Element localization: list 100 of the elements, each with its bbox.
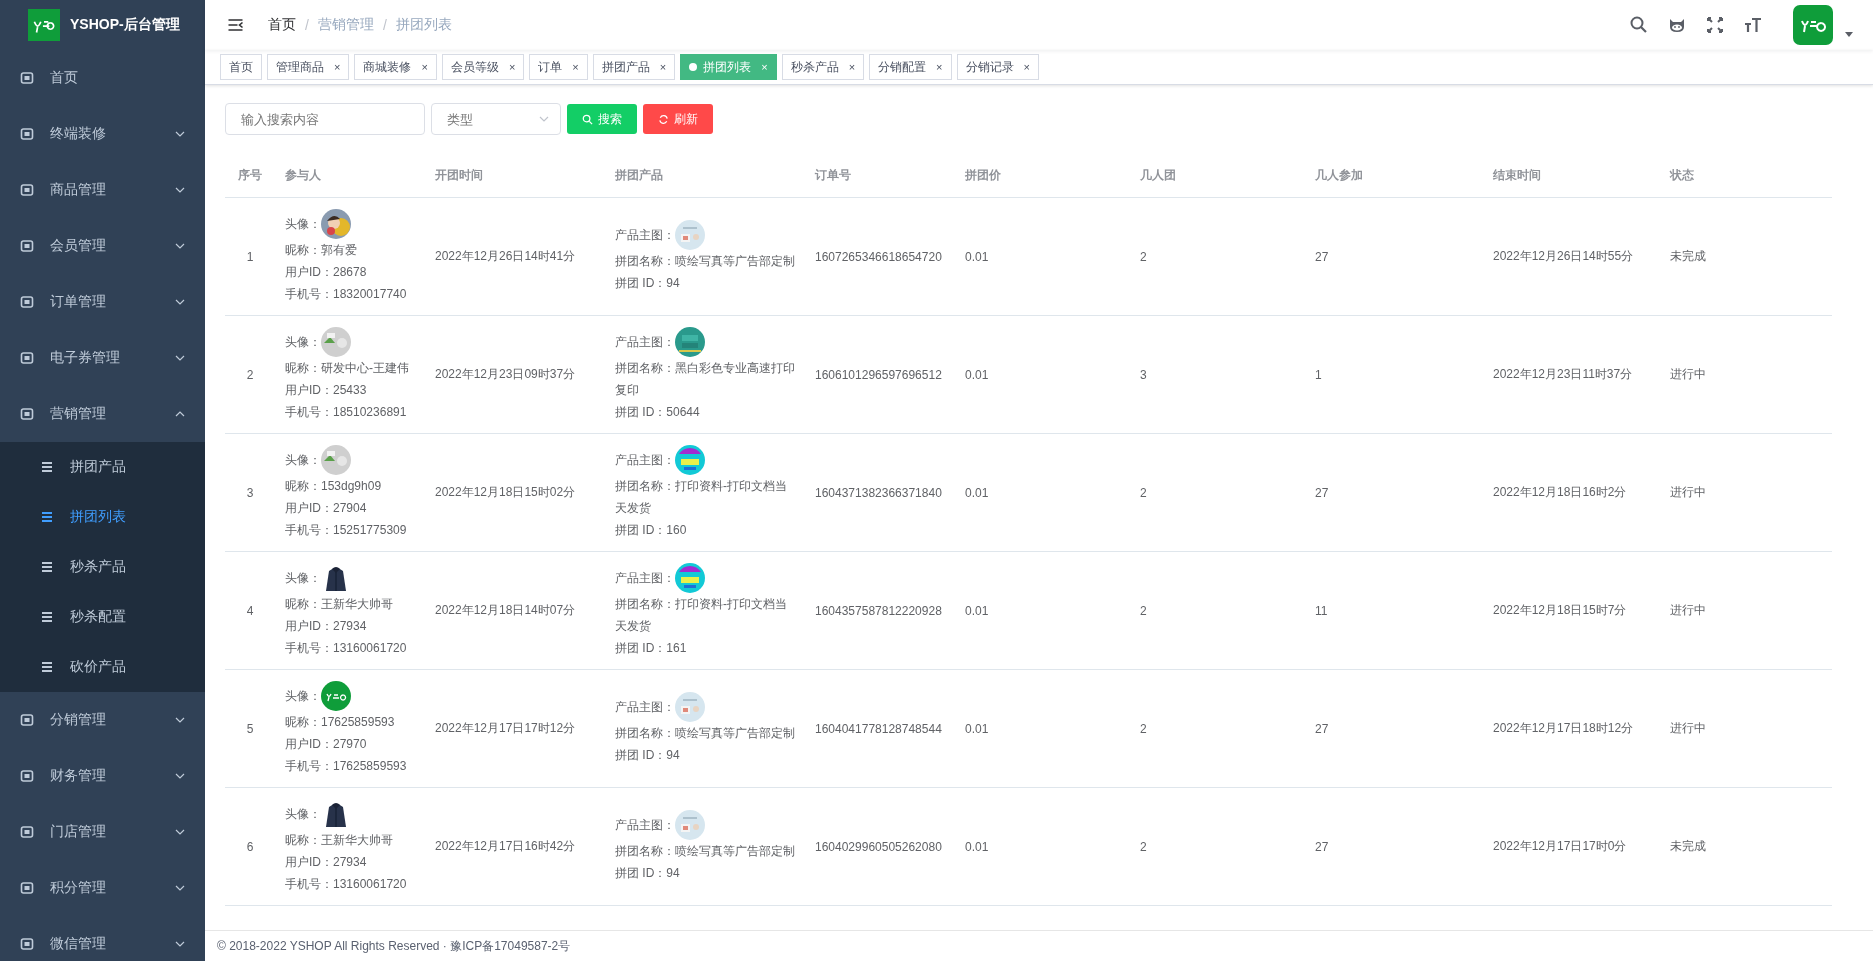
menu-icon <box>20 71 34 85</box>
refresh-icon <box>658 113 669 125</box>
sidebar-item[interactable]: 会员管理 <box>0 218 205 274</box>
avatar-icon[interactable] <box>1793 5 1833 45</box>
table-cell: 2022年12月18日14时07分 <box>425 551 605 670</box>
column-header: 几人参加 <box>1305 153 1483 198</box>
sidebar-item[interactable]: 终端装修 <box>0 106 205 162</box>
breadcrumb-item[interactable]: 首页 <box>268 16 296 34</box>
image-label: 产品主图： <box>615 698 675 716</box>
close-icon[interactable]: × <box>572 61 579 73</box>
page-tab[interactable]: 秒杀产品 × <box>781 54 865 80</box>
column-header: 拼团产品 <box>605 153 805 198</box>
avatar-label: 头像： <box>285 805 321 823</box>
menu-icon[interactable] <box>227 18 244 32</box>
sidebar-item[interactable]: 商品管理 <box>0 162 205 218</box>
menu-icon <box>40 460 54 474</box>
avatar-label: 头像： <box>285 569 321 587</box>
nickname: 昵称：17625859593 <box>285 713 396 731</box>
user-id: 用户ID：27934 <box>285 617 368 635</box>
table-cell: 2022年12月18日16时2分 <box>1483 433 1660 552</box>
sidebar-item[interactable]: 门店管理 <box>0 804 205 860</box>
column-header: 订单号 <box>805 153 955 198</box>
menu-icon <box>20 769 34 783</box>
sidebar-item[interactable]: 分销管理 <box>0 692 205 748</box>
close-icon[interactable]: × <box>421 61 428 73</box>
search-icon[interactable] <box>1629 15 1649 35</box>
product-id: 拼团 ID：161 <box>615 639 688 657</box>
table-cell: 0.01 <box>955 433 1130 552</box>
breadcrumb-separator: / <box>382 17 387 33</box>
phone-number: 手机号：13160061720 <box>285 639 408 657</box>
image-label: 产品主图： <box>615 451 675 469</box>
sidebar-item[interactable]: 订单管理 <box>0 274 205 330</box>
avatar-label: 头像： <box>285 687 321 705</box>
table-cell: 1604371382366371840 <box>805 433 955 552</box>
sidebar-item[interactable]: 营销管理 <box>0 386 205 442</box>
sidebar-item[interactable]: 积分管理 <box>0 860 205 916</box>
sidebar-subitem[interactable]: 拼团产品 <box>0 442 205 492</box>
menu-icon <box>20 407 34 421</box>
type-select[interactable]: 类型 <box>431 103 561 135</box>
menu-icon <box>40 560 54 574</box>
product-id: 拼团 ID：94 <box>615 746 681 764</box>
user-id: 用户ID：25433 <box>285 381 368 399</box>
menu-icon <box>40 610 54 624</box>
close-icon[interactable]: × <box>848 61 856 73</box>
sidebar-item[interactable]: 首页 <box>0 50 205 106</box>
close-icon[interactable]: × <box>659 61 667 73</box>
nickname: 昵称：研发中心-王建伟 <box>285 359 410 377</box>
table-cell: 2 <box>1130 787 1305 906</box>
column-header: 结束时间 <box>1483 153 1660 198</box>
search-field[interactable]: 输入搜索内容 <box>225 103 425 135</box>
user-id: 用户ID：27904 <box>285 499 368 517</box>
page-tab[interactable]: 拼团产品 × <box>592 54 676 80</box>
sidebar-subitem[interactable]: 砍价产品 <box>0 642 205 692</box>
search-icon <box>582 113 593 125</box>
page-tab[interactable]: 首页 <box>220 54 262 80</box>
page-tab[interactable]: 商城装修 × <box>354 54 437 80</box>
table-cell: 1604041778128748544 <box>805 669 955 788</box>
table-cell: 1604357587812220928 <box>805 551 955 670</box>
table-cell: 未完成 <box>1660 197 1832 316</box>
sidebar-subitem[interactable]: 秒杀配置 <box>0 592 205 642</box>
sidebar-item[interactable]: 电子券管理 <box>0 330 205 386</box>
app-title: YSHOP-后台管理 <box>70 16 180 34</box>
product-name: 拼团名称：打印资料-打印文档当天发货 <box>615 595 788 635</box>
close-icon[interactable]: × <box>334 61 341 73</box>
table-cell: 2022年12月18日15时02分 <box>425 433 605 552</box>
close-icon[interactable]: × <box>508 61 516 73</box>
phone-number: 手机号：18510236891 <box>285 403 408 421</box>
page-tab[interactable]: 订单 × <box>529 54 588 80</box>
sidebar-item[interactable]: 财务管理 <box>0 748 205 804</box>
table-cell: 0.01 <box>955 669 1130 788</box>
product-name: 拼团名称：喷绘写真等广告部定制 <box>615 724 795 742</box>
sidebar-item[interactable]: 微信管理 <box>0 916 205 961</box>
nickname: 昵称：153dg9h09 <box>285 477 383 495</box>
column-header: 序号 <box>225 153 275 198</box>
table-cell: 进行中 <box>1660 669 1832 788</box>
page-tab[interactable]: 管理商品 × <box>267 54 350 80</box>
sidebar-subitem[interactable]: 秒杀产品 <box>0 542 205 592</box>
table-cell: 未完成 <box>1660 787 1832 906</box>
table-cell: 3 <box>1130 315 1305 434</box>
page-tab[interactable]: 会员等级 × <box>441 54 525 80</box>
page-tab[interactable]: 分销配置 × <box>869 54 952 80</box>
table-cell: 2022年12月17日18时12分 <box>1483 669 1660 788</box>
nickname: 昵称：郭有爱 <box>285 241 358 259</box>
font-size-icon[interactable] <box>1743 15 1763 35</box>
column-header: 开团时间 <box>425 153 605 198</box>
caret-icon[interactable] <box>1845 31 1853 37</box>
menu-icon <box>20 351 34 365</box>
sidebar-subitem[interactable]: 拼团列表 <box>0 492 205 542</box>
close-icon[interactable]: × <box>1023 61 1030 73</box>
image-label: 产品主图： <box>615 333 675 351</box>
table-cell: 11 <box>1305 551 1483 670</box>
fullscreen-icon[interactable] <box>1705 15 1725 35</box>
table-cell: 0.01 <box>955 197 1130 316</box>
close-icon[interactable]: × <box>936 61 943 73</box>
product-name: 拼团名称：喷绘写真等广告部定制 <box>615 252 795 270</box>
nickname: 昵称：王新华大帅哥 <box>285 595 394 613</box>
table-cell: 4 <box>225 551 275 670</box>
product-id: 拼团 ID：94 <box>615 864 681 882</box>
page-tab[interactable]: 分销记录 × <box>956 54 1039 80</box>
table-cell: 27 <box>1305 197 1483 316</box>
